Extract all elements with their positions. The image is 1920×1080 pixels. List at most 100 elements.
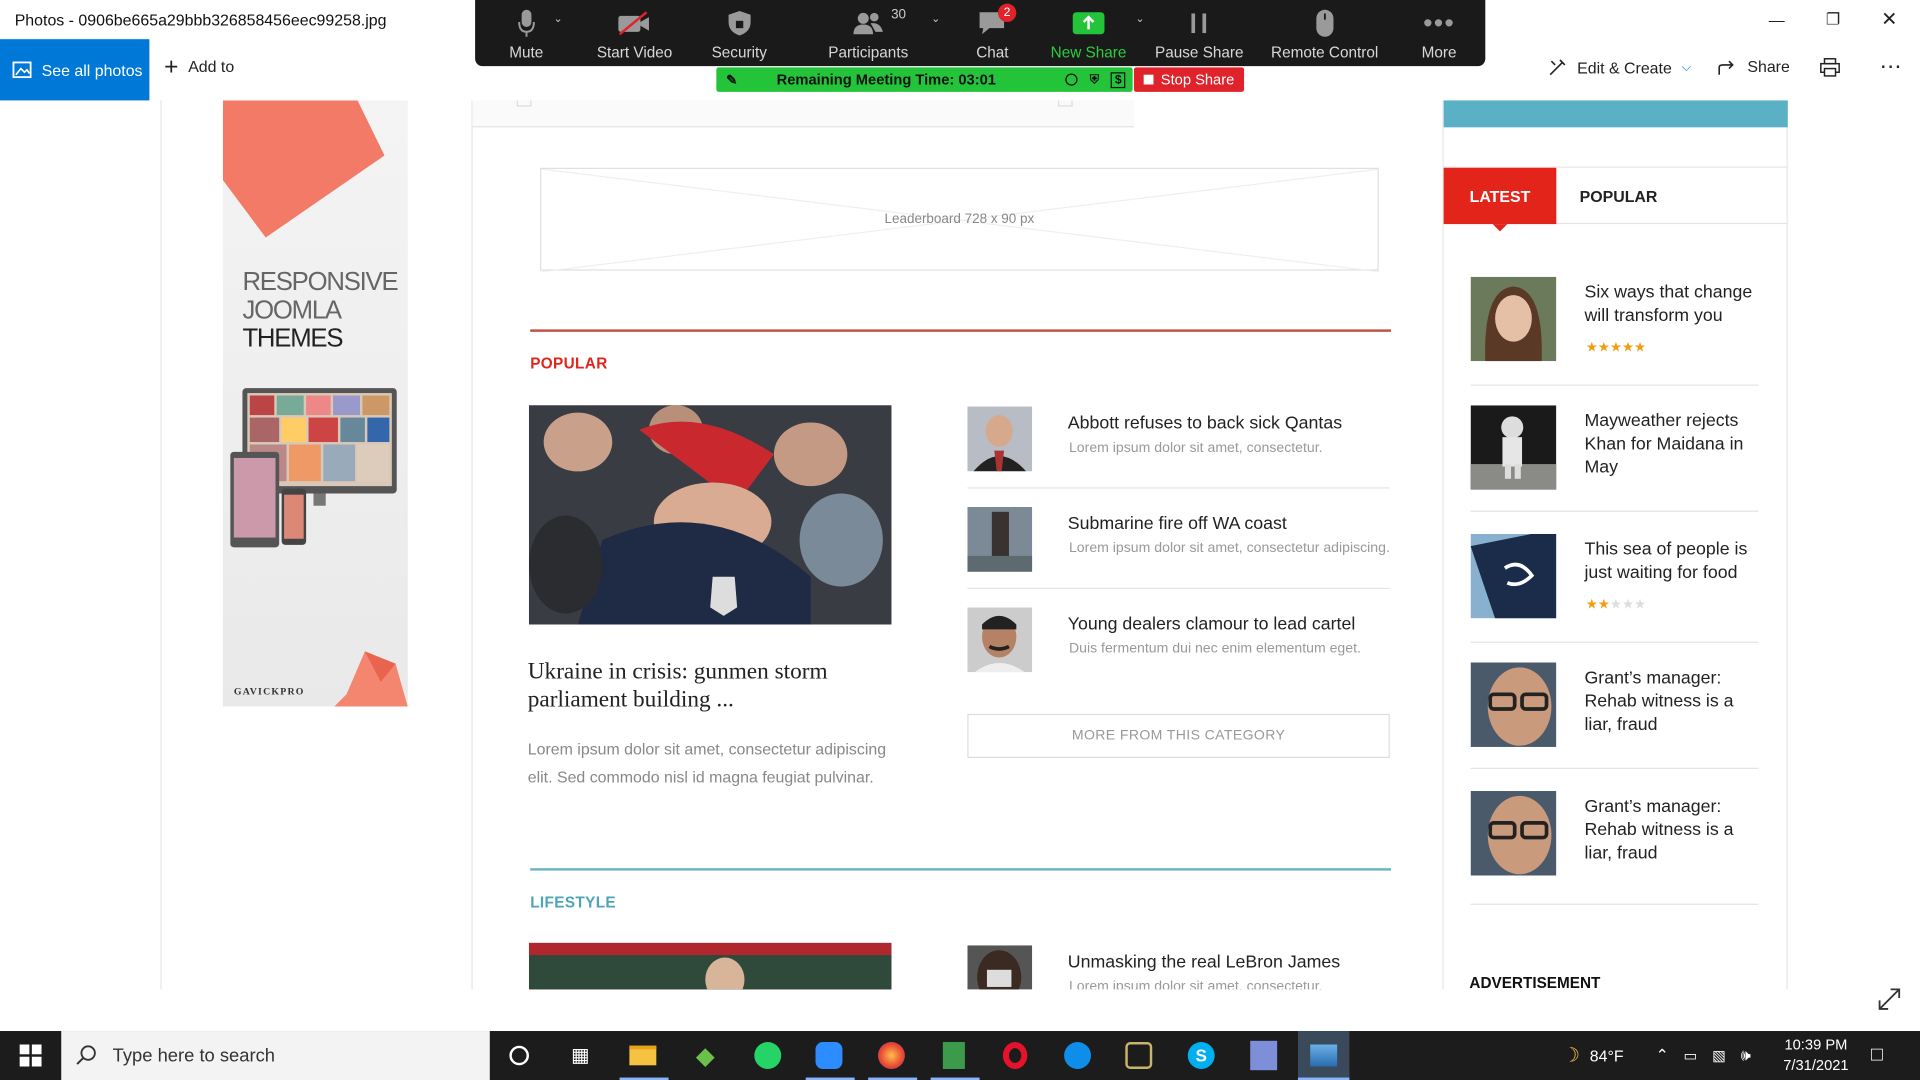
article-title[interactable]: Grant’s manager: Rehab witness is a liar… [1584,796,1755,866]
sidebar-top-bar [1443,100,1788,128]
tab-popular[interactable]: POPULAR [1580,168,1658,224]
print-icon [1820,58,1840,77]
start-button[interactable] [13,1038,47,1072]
article-title[interactable]: This sea of people is just waiting for f… [1584,539,1755,586]
sidebar-border-right [1786,100,1788,990]
featured-article-title[interactable]: Ukraine in crisis: gunmen storm parliame… [528,658,895,714]
article-thumbnail[interactable] [1470,533,1557,619]
leaderboard-label: Leaderboard 728 x 90 px [884,211,1035,227]
stop-share-button[interactable]: Stop Share [1133,67,1245,92]
more-label: More [1421,44,1457,62]
window-title: Photos - 0906be665a29bbb326858456eec9925… [14,11,387,30]
close-button[interactable]: ✕ [1861,0,1917,39]
side-advertisement[interactable]: RESPONSIVE JOOMLA THEMES GAVICKPRO [222,100,408,707]
more-from-category-button[interactable]: MORE FROM THIS CATEGORY [967,713,1390,758]
taskbar-app-circle[interactable] [1122,1038,1156,1072]
volume-icon[interactable]: 🕪 [1741,1046,1751,1066]
taskbar-teamviewer[interactable] [1060,1038,1094,1072]
list-item[interactable]: Six ways that change will transform you … [1470,276,1759,406]
article-thumbnail[interactable] [1470,662,1557,747]
more-button[interactable]: ••• More [1393,0,1486,66]
tab-latest[interactable]: LATEST [1443,167,1557,232]
list-item[interactable]: Unmasking the real LeBron James Lorem ip… [967,945,1389,990]
edit-create-button[interactable]: Edit & Create ⌵ [1548,58,1691,78]
ad-shape-top [222,100,385,238]
chevron-down-icon[interactable]: ⌄ [553,12,562,25]
restore-button[interactable]: ❐ [1805,0,1861,39]
system-tray[interactable]: ⌃ ▭ ▧ 🕪 [1656,1031,1751,1080]
taskbar-opera[interactable] [998,1038,1032,1072]
list-item[interactable]: Abbott refuses to back sick Qantas Lorem… [967,406,1390,505]
chat-button[interactable]: Chat 2 [950,0,1035,66]
article-title[interactable]: Six ways that change will transform you [1584,282,1755,329]
cortana-button[interactable] [502,1038,536,1072]
taskbar-zoom[interactable] [812,1038,846,1072]
taskbar-whatsapp[interactable] [751,1038,785,1072]
list-item[interactable]: Grant’s manager: Rehab witness is a liar… [1470,791,1759,920]
article-title[interactable]: Grant’s manager: Rehab witness is a liar… [1584,667,1755,737]
article-thumbnail[interactable] [967,406,1033,472]
remote-control-label: Remote Control [1271,44,1379,62]
mute-button[interactable]: Mute ⌄ [475,0,577,66]
remote-control-button[interactable]: Remote Control [1256,0,1392,66]
article-title[interactable]: Mayweather rejects Khan for Maidana in M… [1584,410,1755,480]
network-icon[interactable]: ▧ [1712,1047,1726,1064]
article-thumbnail[interactable] [1470,276,1557,362]
participants-count: 30 [891,7,907,23]
taskbar-firefox[interactable] [874,1038,908,1072]
print-button[interactable] [1820,58,1841,78]
article-description: Duis fermentum dui nec enim elementum eg… [1068,641,1361,657]
list-item[interactable]: Mayweather rejects Khan for Maidana in M… [1470,405,1759,534]
taskbar-app-blue[interactable] [1247,1038,1281,1072]
lifestyle-featured-image[interactable] [528,942,892,990]
leaderboard-ad-placeholder[interactable]: Leaderboard 728 x 90 px [540,167,1381,272]
weather-widget[interactable]: ☽ 84°F [1562,1031,1623,1080]
stop-icon [1143,74,1154,85]
notifications-button[interactable]: □ [1871,1031,1883,1080]
new-share-button[interactable]: New Share ⌄ [1035,0,1145,66]
list-item[interactable]: Young dealers clamour to lead cartel Dui… [967,607,1389,705]
article-thumbnail[interactable] [967,945,1033,990]
pause-icon [1191,13,1207,34]
article-description: Lorem ipsum dolor sit amet, consectetur. [1068,979,1323,990]
popular-heading[interactable]: POPULAR [530,355,607,372]
chevron-down-icon[interactable]: ⌄ [931,12,940,25]
chevron-up-icon[interactable]: ⌃ [1656,1046,1669,1066]
sports-photo [528,942,892,990]
minimize-button[interactable]: — [1749,0,1805,39]
pause-share-button[interactable]: Pause Share [1142,0,1256,66]
article-description: Lorem ipsum dolor sit amet, consectetur … [1068,541,1390,556]
add-to-button[interactable]: + Add to [164,54,234,78]
more-options-button[interactable]: ⋯ [1880,54,1902,80]
taskbar-photos[interactable] [1297,1031,1350,1080]
taskbar-clock[interactable]: 10:39 PM 7/31/2021 [1773,1035,1859,1077]
task-view-button[interactable]: ▦ [563,1038,597,1072]
article-thumbnail[interactable] [967,607,1033,673]
article-title[interactable]: Submarine fire off WA coast [1068,514,1287,534]
article-thumbnail[interactable] [1470,405,1557,490]
article-title[interactable]: Abbott refuses to back sick Qantas [1068,414,1342,434]
article-thumbnail[interactable] [1470,791,1557,876]
taskbar-app-layers[interactable]: ◆ [688,1038,722,1072]
ad-line-1: RESPONSIVE [242,268,398,297]
share-button[interactable]: Share [1718,58,1790,76]
article-title[interactable]: Unmasking the real LeBron James [1068,953,1340,973]
close-icon: ✕ [1881,9,1898,31]
start-video-button[interactable]: Start Video [577,0,691,66]
taskbar-app-green[interactable] [937,1038,971,1072]
participants-button[interactable]: Participants 30 ⌄ [787,0,950,66]
article-title[interactable]: Young dealers clamour to lead cartel [1068,615,1356,635]
security-button[interactable]: Security [692,0,787,66]
battery-icon[interactable]: ▭ [1684,1047,1698,1064]
taskbar-skype[interactable]: S [1184,1038,1218,1072]
list-item[interactable]: Grant’s manager: Rehab witness is a liar… [1470,662,1759,791]
featured-article-image[interactable] [528,405,892,625]
taskbar-file-explorer[interactable] [626,1038,660,1072]
expand-button[interactable] [1877,987,1901,1011]
see-all-photos-button[interactable]: See all photos [0,39,150,101]
taskbar-search-box[interactable]: Type here to search [61,1031,490,1080]
article-thumbnail[interactable] [967,506,1033,572]
lifestyle-heading[interactable]: LIFESTYLE [530,894,616,911]
list-item[interactable]: This sea of people is just waiting for f… [1470,533,1759,663]
list-item[interactable]: Submarine fire off WA coast Lorem ipsum … [967,506,1390,605]
